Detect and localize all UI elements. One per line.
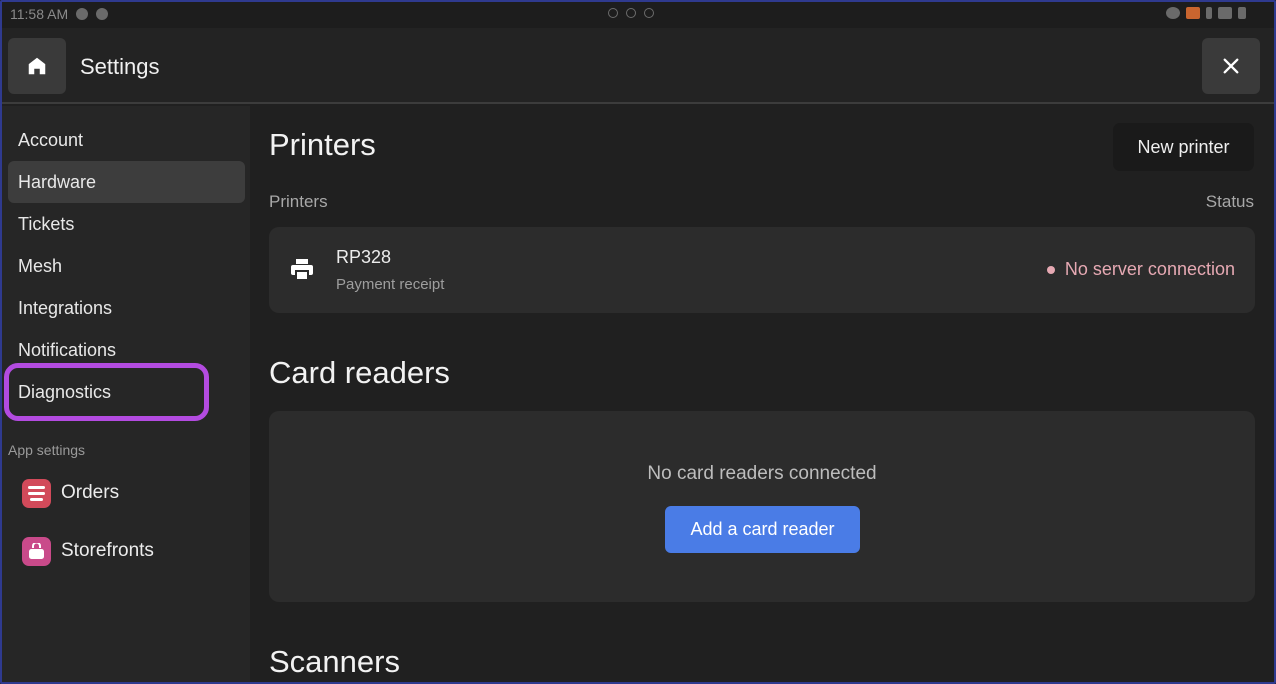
settings-sidebar: Account Hardware Tickets Mesh Integratio…	[0, 106, 250, 684]
highlight-annotation	[4, 363, 209, 421]
card-readers-heading: Card readers	[269, 355, 450, 390]
page-title: Settings	[80, 54, 160, 79]
card-readers-panel: No card readers connected Add a card rea…	[269, 411, 1255, 602]
storefront-icon	[22, 536, 51, 566]
sidebar-item-label: Account	[18, 129, 84, 150]
wifi-icon	[1218, 7, 1232, 19]
sidebar-item-label: Hardware	[18, 171, 97, 192]
sidebar-item-hardware[interactable]: Hardware	[8, 161, 245, 203]
page-indicator	[608, 8, 654, 18]
sidebar-item-mesh[interactable]: Mesh	[8, 245, 245, 287]
printer-status: No server connection	[1046, 259, 1235, 280]
close-icon	[1223, 58, 1239, 74]
status-time: 11:58 AM	[10, 6, 69, 22]
orders-icon	[22, 478, 51, 508]
section-label-app-settings: App settings	[8, 442, 86, 458]
sidebar-item-label: Integrations	[18, 297, 113, 318]
sidebar-item-tickets[interactable]: Tickets	[8, 203, 245, 245]
alarm-icon	[1166, 7, 1180, 19]
status-bar: 11:58 AM	[0, 0, 1276, 28]
sidebar-app-orders[interactable]: Orders	[22, 475, 119, 511]
printer-status-text: No server connection	[1064, 259, 1235, 279]
sidebar-item-label: Notifications	[18, 339, 117, 360]
close-button[interactable]	[1202, 38, 1260, 94]
cast-icon	[1186, 7, 1200, 19]
sidebar-item-integrations[interactable]: Integrations	[8, 287, 245, 329]
battery-icon	[1238, 7, 1246, 19]
printer-name: RP328	[336, 247, 392, 267]
page-dot	[644, 8, 654, 18]
vibrate-icon	[1206, 7, 1212, 19]
sidebar-item-label: Tickets	[18, 213, 75, 234]
app-label: Orders	[61, 482, 120, 503]
app-label: Storefronts	[61, 540, 154, 561]
printer-row[interactable]: RP328 Payment receipt No server connecti…	[269, 227, 1255, 313]
home-icon	[28, 57, 46, 75]
scanners-heading: Scanners	[269, 644, 400, 679]
printers-heading: Printers	[269, 127, 376, 162]
printers-column-header: Printers	[269, 192, 328, 211]
new-printer-button[interactable]: New printer	[1113, 123, 1254, 171]
sync-icon	[76, 8, 89, 20]
page-dot	[626, 8, 636, 18]
status-dot-icon	[1046, 265, 1055, 274]
sidebar-app-storefronts[interactable]: Storefronts	[22, 533, 154, 569]
printer-icon	[291, 259, 313, 281]
app-header: Settings	[0, 28, 1276, 104]
sidebar-item-label: Mesh	[18, 255, 63, 276]
hardware-panel: Printers New printer Printers Status RP3…	[250, 106, 1276, 684]
status-time-group: 11:58 AM	[10, 6, 109, 22]
sidebar-item-account[interactable]: Account	[8, 119, 245, 161]
notification-icon	[96, 8, 109, 20]
status-column-header: Status	[1205, 192, 1254, 211]
card-readers-empty-text: No card readers connected	[647, 463, 877, 484]
add-card-reader-button[interactable]: Add a card reader	[665, 506, 860, 553]
page-dot	[608, 8, 618, 18]
home-button[interactable]	[8, 38, 66, 94]
system-icons	[1166, 7, 1246, 19]
printer-subtitle: Payment receipt	[336, 276, 445, 293]
